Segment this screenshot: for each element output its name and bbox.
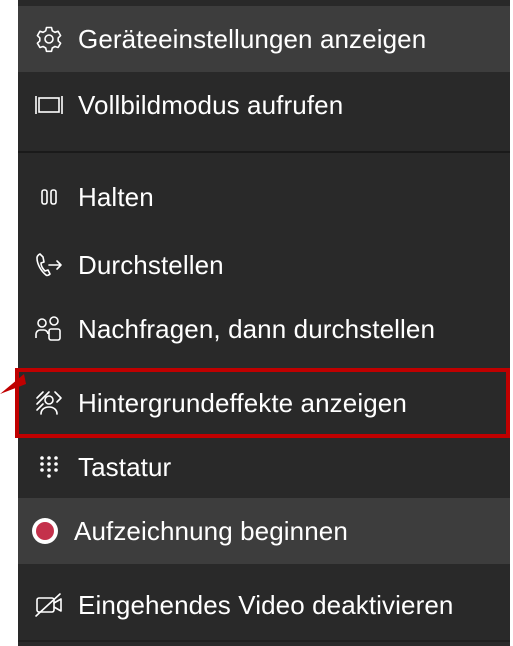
menu-bottom-edge <box>18 640 510 642</box>
call-more-actions-menu: Geräteeinstellungen anzeigen Vollbildmod… <box>18 0 510 646</box>
transfer-call-icon <box>34 250 64 280</box>
menu-item-consult-transfer[interactable]: Nachfragen, dann durchstellen <box>18 296 510 362</box>
gear-icon <box>34 24 64 54</box>
menu-item-label: Durchstellen <box>78 249 224 280</box>
dialpad-icon <box>34 452 64 482</box>
menu-item-label: Geräteeinstellungen anzeigen <box>78 23 427 54</box>
menu-item-hold[interactable]: Halten <box>18 164 510 230</box>
video-off-icon <box>34 590 64 620</box>
menu-item-label: Hintergrundeffekte anzeigen <box>78 387 407 418</box>
menu-item-disable-incoming-video[interactable]: Eingehendes Video deaktivieren <box>18 572 510 638</box>
menu-item-device-settings[interactable]: Geräteeinstellungen anzeigen <box>18 6 510 72</box>
menu-item-label: Aufzeichnung beginnen <box>74 515 348 546</box>
menu-item-label: Halten <box>78 181 154 212</box>
menu-item-label: Tastatur <box>78 451 172 482</box>
menu-divider <box>18 151 510 153</box>
menu-item-label: Eingehendes Video deaktivieren <box>78 589 454 620</box>
menu-item-start-recording[interactable]: Aufzeichnung beginnen <box>18 498 510 564</box>
menu-item-dialpad[interactable]: Tastatur <box>18 434 510 500</box>
pointer-arrow-icon <box>0 374 26 394</box>
background-effects-icon <box>34 388 64 418</box>
menu-item-transfer[interactable]: Durchstellen <box>18 232 510 298</box>
menu-item-background-effects[interactable]: Hintergrundeffekte anzeigen <box>18 370 510 436</box>
pause-icon <box>34 182 64 212</box>
record-icon <box>30 516 60 546</box>
consult-transfer-icon <box>34 314 64 344</box>
fullscreen-icon <box>34 90 64 120</box>
menu-item-label: Vollbildmodus aufrufen <box>78 89 344 120</box>
menu-item-fullscreen[interactable]: Vollbildmodus aufrufen <box>18 72 510 138</box>
menu-item-label: Nachfragen, dann durchstellen <box>78 313 436 344</box>
